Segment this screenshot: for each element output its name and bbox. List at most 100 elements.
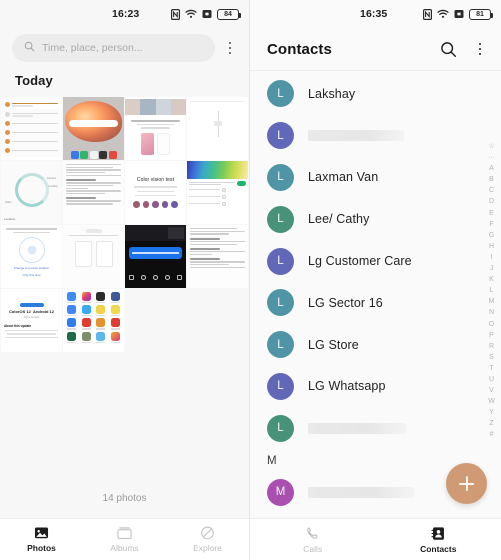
list-item[interactable]: L LG Whatsapp — [250, 366, 501, 408]
photo-thumbnail-empty — [187, 289, 248, 352]
photo-thumbnail[interactable] — [1, 97, 62, 160]
alpha-index-letter[interactable]: V — [486, 386, 497, 397]
gallery-app: 16:23 84 Time, place, person... Today Ca… — [0, 0, 250, 560]
alpha-index-letter[interactable]: L — [486, 286, 497, 297]
photo-thumbnail[interactable] — [187, 225, 248, 288]
battery-level: 84 — [224, 10, 232, 18]
photos-icon — [34, 526, 49, 540]
alpha-index-letter[interactable]: W — [486, 397, 497, 408]
photo-thumbnail[interactable]: Camera Location Other Location — [1, 161, 62, 224]
list-item[interactable]: L Lee/ Cathy — [250, 198, 501, 240]
header-divider — [250, 70, 501, 71]
alpha-index-letter[interactable]: C — [486, 186, 497, 197]
battery-icon: 81 — [469, 8, 493, 20]
status-icons: 84 — [171, 8, 241, 20]
nav-item-calls[interactable]: Calls — [250, 526, 376, 554]
photo-thumbnail[interactable] — [125, 97, 186, 160]
contacts-header: Contacts — [250, 28, 501, 70]
photo-thumbnail[interactable] — [63, 225, 124, 288]
photo-thumbnail[interactable] — [187, 97, 248, 160]
status-clock: 16:35 — [360, 8, 388, 20]
status-icons: 81 — [423, 8, 493, 20]
alpha-index-letter[interactable]: G — [486, 231, 497, 242]
contact-name: Lee/ Cathy — [308, 212, 370, 227]
page-title: Today — [15, 73, 53, 88]
alpha-index-letter[interactable]: S — [486, 353, 497, 364]
contact-name: LG Store — [308, 337, 359, 352]
nav-label: Contacts — [420, 543, 457, 554]
photo-thumbnail[interactable] — [63, 289, 124, 352]
avatar: L — [267, 163, 294, 191]
alpha-index-recent[interactable]: ··· — [486, 153, 497, 164]
nav-item-contacts[interactable]: Contacts — [376, 526, 501, 554]
header-actions — [435, 36, 491, 62]
list-item[interactable]: L LG Store — [250, 324, 501, 366]
contacts-icon — [431, 526, 446, 541]
alpha-index-letter[interactable]: O — [486, 320, 497, 331]
contacts-list[interactable]: L Lakshay L L Laxman Van L Lee/ Cathy L … — [250, 73, 501, 518]
photo-thumbnail[interactable]: Color vision test — [125, 161, 186, 224]
list-item[interactable]: L LG Sector 16 — [250, 282, 501, 324]
alphabet-index[interactable]: ☆ ··· A B C D E F G H I J K L M N O P R … — [486, 142, 497, 441]
alpha-index-favorites[interactable]: ☆ — [486, 142, 497, 153]
nav-item-albums[interactable]: Albums — [83, 526, 166, 553]
list-item[interactable]: L Laxman Van — [250, 157, 501, 199]
photo-thumbnail[interactable] — [63, 97, 124, 160]
nav-label: Albums — [110, 543, 139, 553]
avatar: L — [267, 331, 294, 359]
contact-name: Lg Customer Care — [308, 254, 412, 269]
photo-thumbnail-empty — [125, 289, 186, 352]
alpha-index-letter[interactable]: E — [486, 209, 497, 220]
alpha-index-letter[interactable]: P — [486, 331, 497, 342]
list-item[interactable]: L — [250, 407, 501, 449]
list-item[interactable]: L Lakshay — [250, 73, 501, 115]
add-contact-button[interactable] — [446, 463, 487, 504]
alpha-index-letter[interactable]: F — [486, 220, 497, 231]
avatar: L — [267, 289, 294, 317]
search-icon — [24, 39, 35, 57]
photo-thumbnail[interactable] — [125, 225, 186, 288]
list-item[interactable] — [250, 513, 501, 518]
more-options-icon[interactable] — [465, 36, 491, 62]
alpha-index-letter[interactable]: T — [486, 364, 497, 375]
contact-name-redacted — [308, 422, 406, 434]
alpha-index-letter[interactable]: B — [486, 175, 497, 186]
alpha-index-letter[interactable]: K — [486, 275, 497, 286]
alpha-index-letter[interactable]: D — [486, 197, 497, 208]
nav-item-explore[interactable]: Explore — [166, 526, 249, 553]
alpha-index-letter[interactable]: Y — [486, 408, 497, 419]
list-item[interactable]: L — [250, 115, 501, 157]
alpha-index-letter[interactable]: M — [486, 297, 497, 308]
alpha-index-letter[interactable]: A — [486, 164, 497, 175]
nav-item-photos[interactable]: Photos — [0, 526, 83, 553]
avatar: L — [267, 80, 294, 108]
photo-thumbnail[interactable]: ColorOS 12 Android 12 Alpha version Abou… — [1, 289, 62, 352]
contact-name: LG Sector 16 — [308, 295, 383, 310]
screenshot-icon — [454, 9, 464, 19]
alpha-index-letter[interactable]: H — [486, 242, 497, 253]
gallery-status-bar: 16:23 84 — [0, 0, 249, 28]
alpha-index-letter[interactable]: N — [486, 308, 497, 319]
photo-thumbnail[interactable] — [63, 161, 124, 224]
gallery-search-row: Time, place, person... — [0, 28, 249, 72]
list-item[interactable]: L Lg Customer Care — [250, 240, 501, 282]
more-options-icon[interactable] — [219, 35, 241, 61]
photo-thumbnail[interactable]: Change to precise location Only this tim… — [1, 225, 62, 288]
alpha-index-letter[interactable]: R — [486, 342, 497, 353]
avatar: L — [267, 414, 294, 442]
wifi-icon — [185, 9, 197, 19]
contact-name: LG Whatsapp — [308, 379, 386, 394]
contact-name-redacted — [308, 130, 404, 142]
alpha-index-letter[interactable]: J — [486, 264, 497, 275]
photo-grid: Camera Location Other Location Color vis… — [0, 97, 249, 483]
alpha-index-letter[interactable]: I — [486, 253, 497, 264]
alpha-index-hash[interactable]: # — [486, 430, 497, 441]
photo-thumbnail[interactable] — [187, 161, 248, 224]
alpha-index-letter[interactable]: U — [486, 375, 497, 386]
battery-level: 81 — [476, 10, 484, 18]
search-icon[interactable] — [435, 36, 461, 62]
avatar: L — [267, 205, 294, 233]
search-input[interactable]: Time, place, person... — [12, 34, 215, 62]
nfc-icon — [171, 8, 180, 20]
alpha-index-letter[interactable]: Z — [486, 419, 497, 430]
